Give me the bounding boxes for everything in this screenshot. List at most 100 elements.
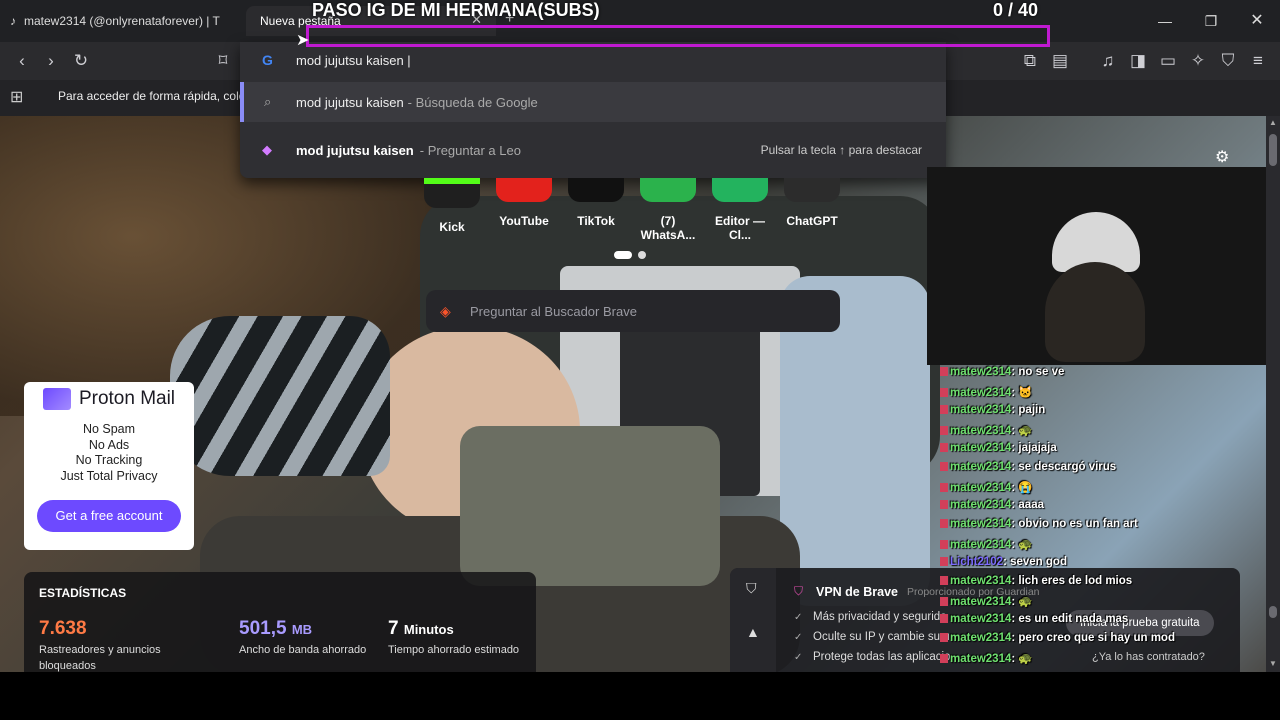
chat-text: 🐢 <box>1018 539 1033 551</box>
suggestion-leo[interactable]: ◆ mod jujutsu kaisen - Preguntar a Leo P… <box>240 130 946 170</box>
suggestion-query: mod jujutsu kaisen <box>296 94 404 110</box>
tab-tiktok[interactable]: ♪ matew2314 (@onlyrenataforever) | Ti <box>10 6 240 36</box>
chat-username: Licht2102 <box>950 556 1004 568</box>
chat-message: matew2314: 🐢 <box>940 594 1033 608</box>
close-window-icon[interactable]: ✕ <box>1234 8 1280 34</box>
already-subscribed-link[interactable]: ¿Ya lo has contratado? <box>1092 651 1205 663</box>
stat-time-value: 7 Minutos <box>388 618 454 639</box>
menu-icon[interactable]: ≡ <box>1245 48 1271 74</box>
page-dots[interactable] <box>614 246 647 264</box>
chat-username: matew2314 <box>950 518 1012 530</box>
chat-text: obvio no es un fan art <box>1018 518 1138 530</box>
address-row[interactable]: G mod jujutsu kaisen | <box>240 42 946 80</box>
chat-username: matew2314 <box>950 575 1012 587</box>
page-scrollbar[interactable]: ▲ ▼ <box>1266 116 1280 672</box>
chat-message: matew2314: pero creo que si hay un mod <box>940 632 1175 644</box>
address-input[interactable]: mod jujutsu kaisen | <box>296 53 411 68</box>
site-label: (7) WhatsA... <box>640 214 696 242</box>
maximize-icon[interactable]: ❐ <box>1188 8 1234 34</box>
chat-username: matew2314 <box>950 499 1012 511</box>
leo-icon: ◆ <box>262 142 272 157</box>
chat-text: 🐱 <box>1018 387 1033 399</box>
badge-icon <box>940 483 948 493</box>
sidebar-icon[interactable]: ◨ <box>1125 48 1151 74</box>
badge-icon <box>940 633 948 643</box>
proton-line: No Tracking <box>75 453 143 467</box>
gear-icon[interactable]: ⚙ <box>1215 147 1229 167</box>
badge-icon <box>940 557 948 567</box>
chat-message: matew2314: lich eres de lod mios <box>940 575 1132 587</box>
search-placeholder: Preguntar al Buscador Brave <box>470 303 637 319</box>
reader-icon[interactable]: ▤ <box>1047 48 1073 74</box>
badge-icon <box>940 462 948 472</box>
stat-trackers-value: 7.638 <box>39 618 87 639</box>
badge-icon <box>940 405 948 415</box>
shield-icon[interactable]: ⛉ <box>1215 48 1241 74</box>
apps-grid-icon[interactable]: ⊞ <box>10 87 23 107</box>
chat-message: matew2314: 🐢 <box>940 537 1033 551</box>
top-site-tiktok[interactable]: TikTok <box>561 178 631 228</box>
badge-icon <box>940 540 948 550</box>
site-label: TikTok <box>577 214 615 228</box>
chat-message: matew2314: 😭 <box>940 480 1033 494</box>
warning-icon[interactable]: ▲ <box>746 624 760 640</box>
feature-check-icon: ✓ <box>794 652 803 663</box>
chat-username: matew2314 <box>950 461 1012 473</box>
media-icon[interactable]: ♫ <box>1095 48 1121 74</box>
top-site-kick[interactable]: Kick <box>417 178 487 234</box>
chat-message: matew2314: aaaa <box>940 499 1044 511</box>
search-icon: ⌕ <box>264 94 272 109</box>
chat-message: matew2314: obvio no es un fan art <box>940 518 1138 530</box>
proton-line: Just Total Privacy <box>60 468 158 483</box>
top-site-editor[interactable]: Editor — Cl... <box>705 178 775 242</box>
top-site-whatsapp[interactable]: (7) WhatsA... <box>633 178 703 242</box>
stats-panel: ESTADÍSTICAS 7.638 Rastreadores y anunci… <box>24 572 536 672</box>
get-free-account-button[interactable]: Get a free account <box>37 500 181 532</box>
bookmark-icon[interactable]: ⌑ <box>210 48 236 74</box>
stats-title: ESTADÍSTICAS <box>39 586 127 600</box>
stat-trackers-label: Rastreadores y anuncios bloqueados <box>39 644 161 672</box>
top-site-chatgpt[interactable]: ChatGPT <box>777 178 847 228</box>
goal-progress-bar <box>306 25 1050 47</box>
proton-line: No Spam <box>82 422 136 436</box>
suggestion-hint: Pulsar la tecla ↑ para destacar <box>760 143 922 157</box>
webcam-overlay <box>927 167 1280 365</box>
site-label: YouTube <box>499 214 549 228</box>
vpn-title: VPN de Brave <box>816 585 898 599</box>
top-site-youtube[interactable]: YouTube <box>489 178 559 228</box>
youtube-icon <box>496 178 552 202</box>
letterbox-bar <box>0 672 1280 720</box>
proton-logo-icon <box>42 388 71 410</box>
chat-username: matew2314 <box>950 632 1012 644</box>
leo-icon[interactable]: ✧ <box>1185 48 1211 74</box>
chatgpt-icon <box>784 178 840 202</box>
extensions-icon[interactable]: ⧉ <box>1017 48 1043 74</box>
brave-search-box[interactable]: ◈ Preguntar al Buscador Brave <box>426 290 840 332</box>
proton-brand: Proton Mail <box>78 388 176 409</box>
chat-username: matew2314 <box>950 425 1012 437</box>
wallet-icon[interactable]: ▭ <box>1155 48 1181 74</box>
forward-icon[interactable]: › <box>38 48 64 74</box>
badge-icon <box>940 367 948 377</box>
minimize-icon[interactable]: — <box>1142 8 1188 34</box>
shield-icon[interactable]: ⛉ <box>746 580 757 597</box>
whatsapp-icon <box>640 178 696 202</box>
chat-text: se descargó virus <box>1018 461 1117 473</box>
site-label: Kick <box>439 220 465 234</box>
chat-username: matew2314 <box>950 596 1012 608</box>
reload-icon[interactable]: ↻ <box>68 48 94 74</box>
tiktok-icon: ♪ <box>10 14 16 28</box>
chat-text: no se ve <box>1018 366 1065 378</box>
chat-username: matew2314 <box>950 442 1012 454</box>
back-icon[interactable]: ‹ <box>9 48 35 74</box>
badge-icon <box>940 576 948 586</box>
badge-icon <box>940 654 948 664</box>
chat-message: matew2314: 🐢 <box>940 651 1033 665</box>
chat-message: matew2314: jajajaja <box>940 442 1057 454</box>
badge-icon <box>940 597 948 607</box>
stat-time-label: Tiempo ahorrado estimado <box>388 644 520 656</box>
chat-username: matew2314 <box>950 482 1012 494</box>
vpn-feature: Más privacidad y segurida <box>813 611 947 623</box>
suggestion-google[interactable]: ⌕ mod jujutsu kaisen - Búsqueda de Googl… <box>240 82 946 122</box>
chat-username: matew2314 <box>950 404 1012 416</box>
